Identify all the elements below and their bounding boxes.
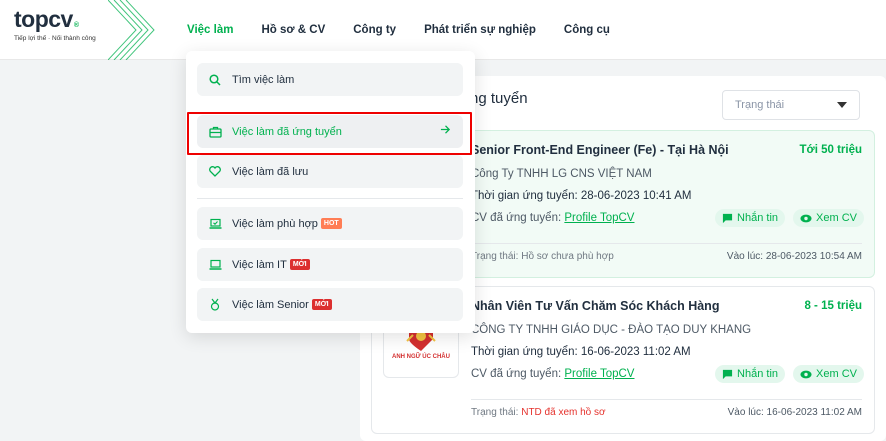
message-button[interactable]: Nhắn tin (715, 365, 786, 383)
nav-cong-cu[interactable]: Công cụ (564, 24, 610, 36)
eye-icon (800, 370, 812, 378)
dd-item-viec-lam-senior[interactable]: Việc làm Senior MỚI (197, 288, 463, 321)
dd-item-tim-viec-lam[interactable]: Tìm việc làm (197, 63, 463, 96)
logo-brand-cv: cv (48, 6, 73, 32)
hot-badge: HOT (320, 218, 342, 229)
divider (471, 399, 862, 400)
job-title[interactable]: Senior Front-End Engineer (Fe) - Tại Hà … (471, 143, 729, 157)
logo-tagline: Tiếp lợi thế · Nối thành công (14, 35, 96, 42)
laptop-check-icon (208, 217, 222, 231)
view-cv-button[interactable]: Xem CV (793, 209, 864, 227)
view-cv-button[interactable]: Xem CV (793, 365, 864, 383)
status-filter-placeholder: Trạng thái (735, 99, 785, 111)
job-updated-at: Vào lúc: 28-06-2023 10:54 AM (726, 251, 862, 262)
eye-icon (800, 214, 812, 222)
cv-link[interactable]: Profile TopCV (564, 212, 634, 224)
job-applied-time: Thời gian ứng tuyển: 28-06-2023 10:41 AM (471, 190, 692, 202)
medal-icon (208, 298, 222, 312)
dd-item-viec-lam-da-ung-tuyen[interactable]: Việc làm đã ứng tuyển (197, 115, 463, 148)
dd-item-viec-lam-da-luu[interactable]: Việc làm đã lưu (197, 155, 463, 188)
dropdown-divider (197, 198, 463, 199)
job-applied-time: Thời gian ứng tuyển: 16-06-2023 11:02 AM (471, 346, 691, 358)
nav-viec-lam[interactable]: Việc làm (187, 24, 233, 36)
page-title: ng tuyển (470, 90, 528, 107)
job-title[interactable]: Nhân Viên Tư Vấn Chăm Sóc Khách Hàng (471, 299, 719, 313)
arrow-right-icon (440, 124, 451, 138)
job-status: Trạng thái: Hồ sơ chưa phù hợp (471, 251, 614, 262)
chevron-down-icon (837, 102, 847, 108)
cv-link[interactable]: Profile TopCV (564, 368, 634, 380)
company-logo-text: ANH NGỮ ÚC CHÂU (392, 353, 450, 360)
job-company[interactable]: Công Ty TNHH LG CNS VIỆT NAM (471, 168, 652, 180)
dd-item-viec-lam-phu-hop[interactable]: Việc làm phù hợp HOT (197, 207, 463, 240)
chat-icon (722, 213, 733, 223)
job-status: Trạng thái: NTD đã xem hồ sơ (471, 407, 606, 418)
divider (471, 243, 862, 244)
logo-reg: ® (73, 22, 79, 29)
job-company[interactable]: CÔNG TY TNHH GIÁO DỤC - ĐÀO TẠO DUY KHAN… (471, 324, 751, 336)
new-badge: MỚI (311, 299, 332, 310)
chat-icon (722, 369, 733, 379)
topcv-logo[interactable]: top cv ® Tiếp lợi thế · Nối thành công (14, 6, 96, 42)
job-salary: 8 - 15 triệu (804, 300, 862, 312)
dd-item-viec-lam-it[interactable]: Việc làm IT MỚI (197, 248, 463, 281)
search-icon (208, 73, 222, 87)
laptop-icon (208, 258, 222, 272)
viec-lam-dropdown-menu: Tìm việc làm Việc làm đã ứng tuyển Việc … (186, 51, 475, 333)
logo-brand-top: top (14, 6, 49, 32)
job-cv-info: CV đã ứng tuyển: Profile TopCV (471, 212, 635, 224)
new-badge: MỚI (289, 259, 310, 270)
job-updated-at: Vào lúc: 16-06-2023 11:02 AM (727, 407, 862, 418)
status-value: Hồ sơ chưa phù hợp (521, 251, 614, 262)
briefcase-icon (208, 125, 222, 139)
status-value: NTD đã xem hồ sơ (521, 407, 606, 418)
job-salary: Tới 50 triệu (799, 144, 863, 156)
heart-icon (208, 165, 222, 179)
job-cv-info: CV đã ứng tuyển: Profile TopCV (471, 368, 635, 380)
logo-stripes-decoration (108, 0, 155, 60)
nav-ho-so-cv[interactable]: Hồ sơ & CV (261, 24, 325, 36)
message-button[interactable]: Nhắn tin (715, 209, 786, 227)
nav-phat-trien-su-nghiep[interactable]: Phát triển sự nghiệp (424, 24, 536, 36)
status-filter-select[interactable]: Trạng thái (722, 90, 860, 120)
nav-cong-ty[interactable]: Công ty (353, 24, 396, 36)
